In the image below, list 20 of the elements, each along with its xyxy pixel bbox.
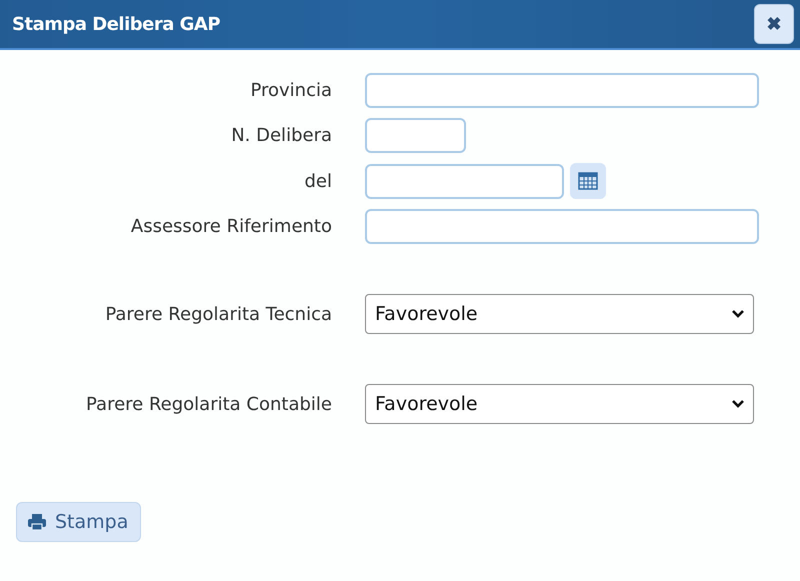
- print-button[interactable]: Stampa: [16, 502, 142, 542]
- window-title: Stampa Delibera GAP: [12, 14, 220, 34]
- dropdown[interactable]: Favorevole: [365, 294, 754, 334]
- field-label: Parere Regolarita Tecnica: [104, 304, 332, 324]
- field-label: Parere Regolarita Contabile: [85, 394, 332, 414]
- input-field[interactable]: [365, 73, 759, 108]
- calendar-icon: [578, 171, 598, 191]
- field-label: Provincia: [249, 80, 332, 101]
- input-field[interactable]: [365, 209, 759, 244]
- field-label: N. Delibera: [230, 125, 332, 146]
- chevron-icon: [731, 309, 745, 319]
- printer-icon: [27, 513, 47, 531]
- input-field[interactable]: [365, 118, 466, 153]
- field-label: Assessore Riferimento: [130, 216, 332, 237]
- date-field[interactable]: [365, 164, 564, 198]
- dropdown[interactable]: Favorevole: [365, 384, 754, 424]
- close-button[interactable]: ✖: [754, 4, 794, 44]
- chevron-icon: [731, 399, 745, 409]
- calendar-button[interactable]: [570, 163, 606, 199]
- field-label: del: [303, 170, 332, 192]
